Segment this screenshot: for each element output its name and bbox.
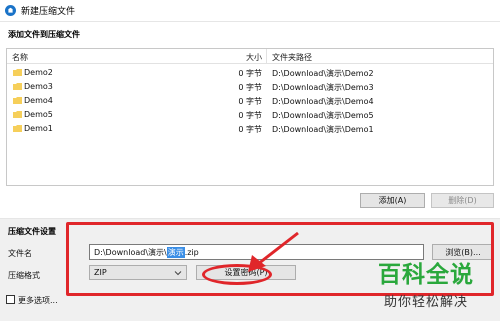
file-name: Demo3 (24, 82, 53, 91)
add-files-heading: 添加文件到压缩文件 (8, 30, 80, 39)
more-options-checkbox[interactable] (6, 295, 15, 304)
annotation-arrow-icon (248, 231, 299, 272)
file-size: 0 字节 (238, 111, 262, 120)
file-row[interactable]: Demo1 0 字节 D:\Download\演示\Demo1 (7, 122, 493, 136)
settings-divider (0, 218, 500, 219)
archive-settings-heading: 压缩文件设置 (8, 227, 56, 236)
window-title: 新建压缩文件 (21, 6, 76, 17)
file-path: D:\Download\演示\Demo5 (272, 111, 374, 120)
column-separator[interactable] (266, 49, 267, 64)
file-path: D:\Download\演示\Demo3 (272, 83, 374, 92)
watermark-title: 百科全说 (378, 262, 474, 288)
archive-app-icon (5, 4, 16, 16)
file-name: Demo4 (24, 96, 53, 105)
file-list[interactable]: 名称 大小 文件夹路径 Demo2 0 字节 D:\Download\演示\De… (6, 48, 494, 186)
delete-button[interactable]: 删除(D) (431, 193, 494, 208)
file-name: Demo5 (24, 110, 53, 119)
file-name: Demo2 (24, 68, 53, 77)
title-divider (0, 21, 500, 22)
file-path: D:\Download\演示\Demo2 (272, 69, 374, 78)
file-path: D:\Download\演示\Demo4 (272, 97, 374, 106)
column-header-size[interactable]: 大小 (232, 52, 262, 63)
folder-icon (13, 111, 22, 118)
file-list-header: 名称 大小 文件夹路径 (7, 49, 493, 64)
title-bar: 新建压缩文件 (0, 0, 500, 20)
file-row[interactable]: Demo4 0 字节 D:\Download\演示\Demo4 (7, 94, 493, 108)
watermark-subtitle: 助你轻松解决 (384, 295, 469, 310)
more-options-label[interactable]: 更多选项... (18, 295, 58, 306)
column-header-path[interactable]: 文件夹路径 (272, 52, 312, 63)
watermark: 百科全说 助你轻松解决 (368, 253, 500, 321)
folder-icon (13, 69, 22, 76)
file-row[interactable]: Demo5 0 字节 D:\Download\演示\Demo5 (7, 108, 493, 122)
file-path: D:\Download\演示\Demo1 (272, 125, 374, 134)
file-size: 0 字节 (238, 125, 262, 134)
filename-label: 文件名 (8, 249, 32, 258)
add-button[interactable]: 添加(A) (360, 193, 425, 208)
file-size: 0 字节 (238, 69, 262, 78)
file-name: Demo1 (24, 124, 53, 133)
folder-icon (13, 83, 22, 90)
format-label: 压缩格式 (8, 271, 40, 280)
file-row[interactable]: Demo3 0 字节 D:\Download\演示\Demo3 (7, 80, 493, 94)
file-row[interactable]: Demo2 0 字节 D:\Download\演示\Demo2 (7, 66, 493, 80)
file-size: 0 字节 (238, 83, 262, 92)
column-header-name[interactable]: 名称 (12, 52, 28, 63)
file-size: 0 字节 (238, 97, 262, 106)
folder-icon (13, 97, 22, 104)
folder-icon (13, 125, 22, 132)
